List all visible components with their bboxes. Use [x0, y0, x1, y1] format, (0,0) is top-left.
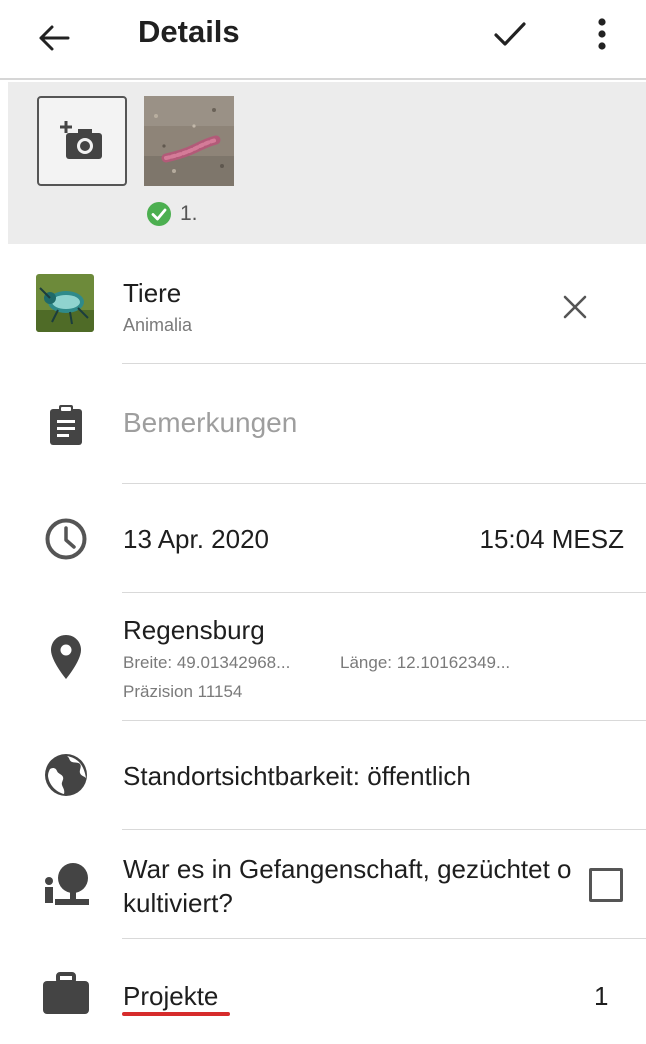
location-row[interactable]: Regensburg Breite: 49.01342968... Länge:… [0, 593, 646, 721]
arrow-back-icon [39, 25, 70, 51]
observation-date[interactable]: 13 Apr. 2020 [123, 524, 269, 555]
page-title: Details [138, 14, 240, 49]
more-vert-icon [598, 18, 606, 50]
clock-icon [45, 518, 87, 560]
photo-status: 1. [146, 201, 198, 227]
datetime-row[interactable]: 13 Apr. 2020 15:04 MESZ [0, 484, 646, 592]
notes-icon-wrap [36, 400, 96, 450]
check-icon [494, 22, 526, 46]
close-icon [563, 295, 587, 319]
captive-checkbox[interactable] [589, 868, 623, 902]
geoprivacy-label: Standortsichtbarkeit: öffentlich [123, 761, 471, 791]
caterpillar-photo [144, 96, 234, 186]
back-button[interactable] [28, 12, 80, 64]
check-circle-icon [147, 202, 171, 226]
location-name: Regensburg [123, 615, 265, 645]
captive-label-line2: kultiviert? [123, 888, 233, 918]
projects-count: 1 [594, 981, 609, 1011]
captive-icon-wrap [36, 858, 96, 912]
notes-input[interactable]: Bemerkungen [123, 407, 297, 439]
captive-label-line1: War es in Gefangenschaft, gezüchtet o [123, 854, 572, 884]
remove-taxon-button[interactable] [553, 285, 597, 329]
location-accuracy: Präzision 11154 [123, 682, 243, 701]
weevil-photo [36, 274, 94, 332]
taxon-row[interactable] [0, 246, 646, 364]
observation-time[interactable]: 15:04 MESZ [479, 524, 624, 555]
location-icon-wrap [36, 631, 96, 683]
projects-row[interactable]: Projekte 1 [0, 939, 646, 1044]
projects-label: Projekte [123, 981, 219, 1011]
taxon-image [36, 274, 94, 332]
taxon-scientific-name: Animalia [123, 315, 193, 335]
location-longitude: Länge: 12.10162349... [340, 653, 511, 672]
captive-row[interactable]: War es in Gefangenschaft, gezüchtet o ku… [0, 830, 646, 938]
location-pin-icon [51, 635, 81, 679]
notes-row[interactable]: Bemerkungen [0, 364, 646, 484]
taxon-common-name: Tiere [123, 278, 182, 308]
captive-tree-icon [45, 863, 89, 905]
photo-strip: 1. [8, 82, 646, 244]
location-latitude: Breite: 49.01342968... [123, 653, 291, 672]
add-photo-icon [60, 121, 102, 159]
app-bar: Details [0, 0, 646, 80]
projects-underline [122, 1012, 230, 1016]
geoprivacy-row[interactable]: Standortsichtbarkeit: öffentlich [0, 721, 646, 830]
save-button[interactable] [484, 8, 536, 60]
photo-index: 1. [180, 202, 198, 225]
photo-thumbnail[interactable] [144, 96, 234, 186]
geoprivacy-icon-wrap [36, 749, 96, 801]
clipboard-icon [50, 405, 82, 445]
globe-icon [45, 754, 87, 796]
more-options-button[interactable] [578, 8, 626, 60]
add-photo-button[interactable] [37, 96, 127, 186]
datetime-icon-wrap [36, 514, 96, 564]
projects-icon-wrap [36, 969, 96, 1019]
briefcase-icon [43, 972, 89, 1014]
